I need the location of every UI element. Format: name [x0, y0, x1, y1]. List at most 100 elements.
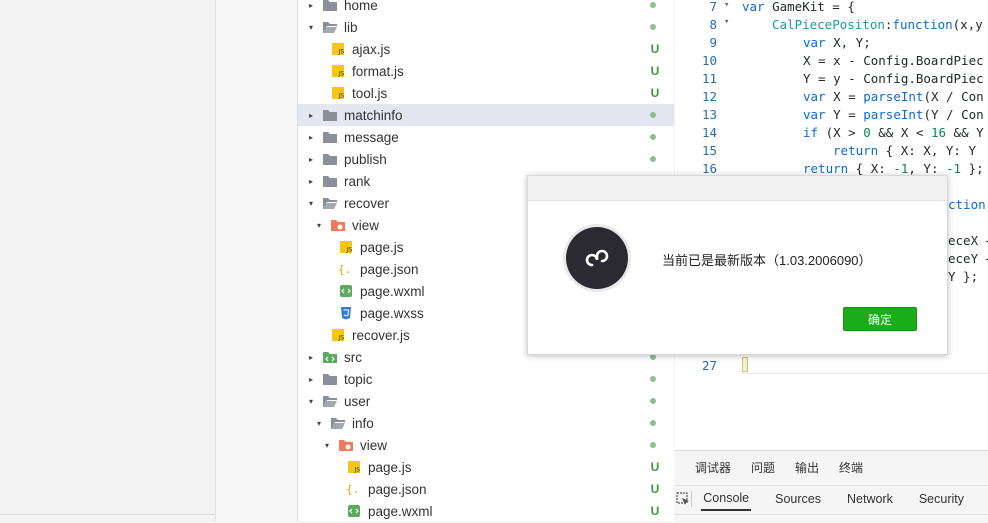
code-line: if (X > 0 && X < 16 && Y — [803, 125, 984, 140]
chevron-down-icon[interactable]: ▾ — [306, 199, 316, 208]
folder-icon — [322, 151, 338, 167]
divider — [0, 514, 215, 515]
file-tree-item[interactable]: ▸publish — [298, 148, 674, 170]
line-number: 13 — [675, 107, 717, 122]
tree-indent-gutter — [216, 0, 298, 521]
js-file-icon: JS — [330, 327, 346, 343]
file-tree-item[interactable]: ▸matchinfo — [298, 104, 674, 126]
ok-button[interactable]: 确定 — [843, 307, 917, 331]
file-tree-item-label: page.json — [368, 482, 427, 497]
fold-arrow-icon[interactable]: ▾ — [724, 0, 729, 10]
tab-terminal[interactable]: 终端 — [839, 459, 863, 479]
folder-icon — [322, 129, 338, 145]
view-folder-icon — [338, 437, 354, 453]
code-line: Y = y - Config.BoardPiec — [803, 71, 984, 86]
tab-console[interactable]: Console — [701, 487, 751, 511]
git-status-dot — [650, 112, 656, 118]
file-tree-item[interactable]: ▾info — [298, 412, 674, 434]
file-tree-item[interactable]: ▸ topic — [298, 368, 674, 390]
git-status-dot — [650, 134, 656, 140]
json-file-icon: {..} — [338, 261, 354, 277]
git-untracked-badge: U — [649, 42, 661, 56]
chevron-down-icon[interactable]: ▾ — [306, 397, 316, 406]
file-tree-item[interactable]: ▸message — [298, 126, 674, 148]
src-folder-icon — [322, 349, 338, 365]
tab-security[interactable]: Security — [917, 488, 966, 510]
console-toolbar — [675, 514, 988, 523]
wxss-file-icon — [338, 305, 354, 321]
file-tree-item-label: src — [344, 350, 362, 365]
left-panel — [0, 0, 216, 521]
wxml-file-icon — [338, 283, 354, 299]
line-number: 12 — [675, 89, 717, 104]
chevron-down-icon[interactable]: ▾ — [306, 23, 316, 32]
svg-text:{..}: {..} — [338, 263, 354, 276]
js-file-icon: JS — [330, 85, 346, 101]
code-line: CalPiecePositon:function(x,y — [772, 17, 983, 32]
chevron-right-icon[interactable]: ▸ — [306, 111, 316, 120]
tab-problems[interactable]: 问题 — [751, 459, 775, 479]
dialog-titlebar — [528, 176, 947, 201]
git-status-dot — [650, 376, 656, 382]
folder-open-icon — [322, 393, 338, 409]
chevron-right-icon[interactable]: ▸ — [306, 353, 316, 362]
line-number: 16 — [675, 161, 717, 176]
chevron-down-icon[interactable]: ▾ — [314, 419, 324, 428]
chevron-down-icon[interactable]: ▾ — [322, 441, 332, 450]
file-tree-item[interactable]: ▾ view — [298, 434, 674, 456]
chevron-right-icon[interactable]: ▸ — [306, 133, 316, 142]
file-tree-item-label: user — [344, 394, 370, 409]
file-tree-item[interactable]: ▾ user — [298, 390, 674, 412]
chevron-right-icon[interactable]: ▸ — [306, 1, 316, 10]
file-tree-item[interactable]: page.wxmlU — [298, 500, 674, 521]
code-line: ction(X — [948, 197, 988, 212]
chevron-down-icon[interactable]: ▾ — [314, 221, 324, 230]
chevron-right-icon[interactable]: ▸ — [306, 177, 316, 186]
devtools-subtabs: Console Sources Network Security — [675, 485, 988, 512]
json-file-icon: {..} — [346, 481, 362, 497]
chevron-right-icon[interactable]: ▸ — [306, 375, 316, 384]
file-tree-item-label: view — [360, 438, 387, 453]
file-tree-item-label: lib — [344, 20, 358, 35]
git-untracked-badge: U — [649, 64, 661, 78]
git-status-dot — [650, 2, 656, 8]
inspect-element-icon[interactable] — [675, 492, 691, 506]
file-tree-item-label: home — [344, 0, 378, 13]
git-status-dot — [650, 420, 656, 426]
tab-sources[interactable]: Sources — [773, 488, 823, 510]
update-dialog: 当前已是最新版本（1.03.2006090） 确定 — [527, 175, 948, 355]
file-tree-item-label: view — [352, 218, 379, 233]
file-tree-item-label: recover.js — [352, 328, 410, 343]
svg-text:JS: JS — [338, 335, 345, 342]
file-tree-item-label: tool.js — [352, 86, 387, 101]
tab-debugger[interactable]: 调试器 — [695, 459, 731, 479]
line-number: 15 — [675, 143, 717, 158]
tab-output[interactable]: 输出 — [795, 459, 819, 479]
line-number: 7 — [675, 0, 717, 14]
git-status-dot — [650, 156, 656, 162]
code-line: var X = parseInt(X / Con — [803, 89, 984, 104]
file-tree-item-label: topic — [344, 372, 373, 387]
file-tree-item[interactable]: ▾ lib — [298, 16, 674, 38]
text-cursor — [742, 357, 748, 372]
file-tree-item[interactable]: JSformat.jsU — [298, 60, 674, 82]
file-tree-item[interactable]: {..}page.jsonU — [298, 478, 674, 500]
tab-network[interactable]: Network — [845, 488, 895, 510]
line-number: 10 — [675, 53, 717, 68]
code-line: eceX + — [948, 233, 988, 248]
file-tree-item-label: page.wxss — [360, 306, 424, 321]
file-tree-item-label: ajax.js — [352, 42, 390, 57]
current-line-highlight — [742, 357, 988, 374]
svg-text:JS: JS — [346, 247, 353, 254]
js-file-icon: JS — [330, 41, 346, 57]
file-tree-item[interactable]: ▸ home — [298, 0, 674, 16]
git-untracked-badge: U — [649, 504, 661, 518]
file-tree-item-label: recover — [344, 196, 389, 211]
file-tree-item[interactable]: JSpage.jsU — [298, 456, 674, 478]
file-tree-item[interactable]: JStool.jsU — [298, 82, 674, 104]
fold-arrow-icon[interactable]: ▾ — [724, 17, 729, 27]
code-line: var GameKit = { — [742, 0, 855, 14]
chevron-right-icon[interactable]: ▸ — [306, 155, 316, 164]
file-tree-item[interactable]: JS ajax.js U — [298, 38, 674, 60]
folder-open-icon — [322, 19, 338, 35]
